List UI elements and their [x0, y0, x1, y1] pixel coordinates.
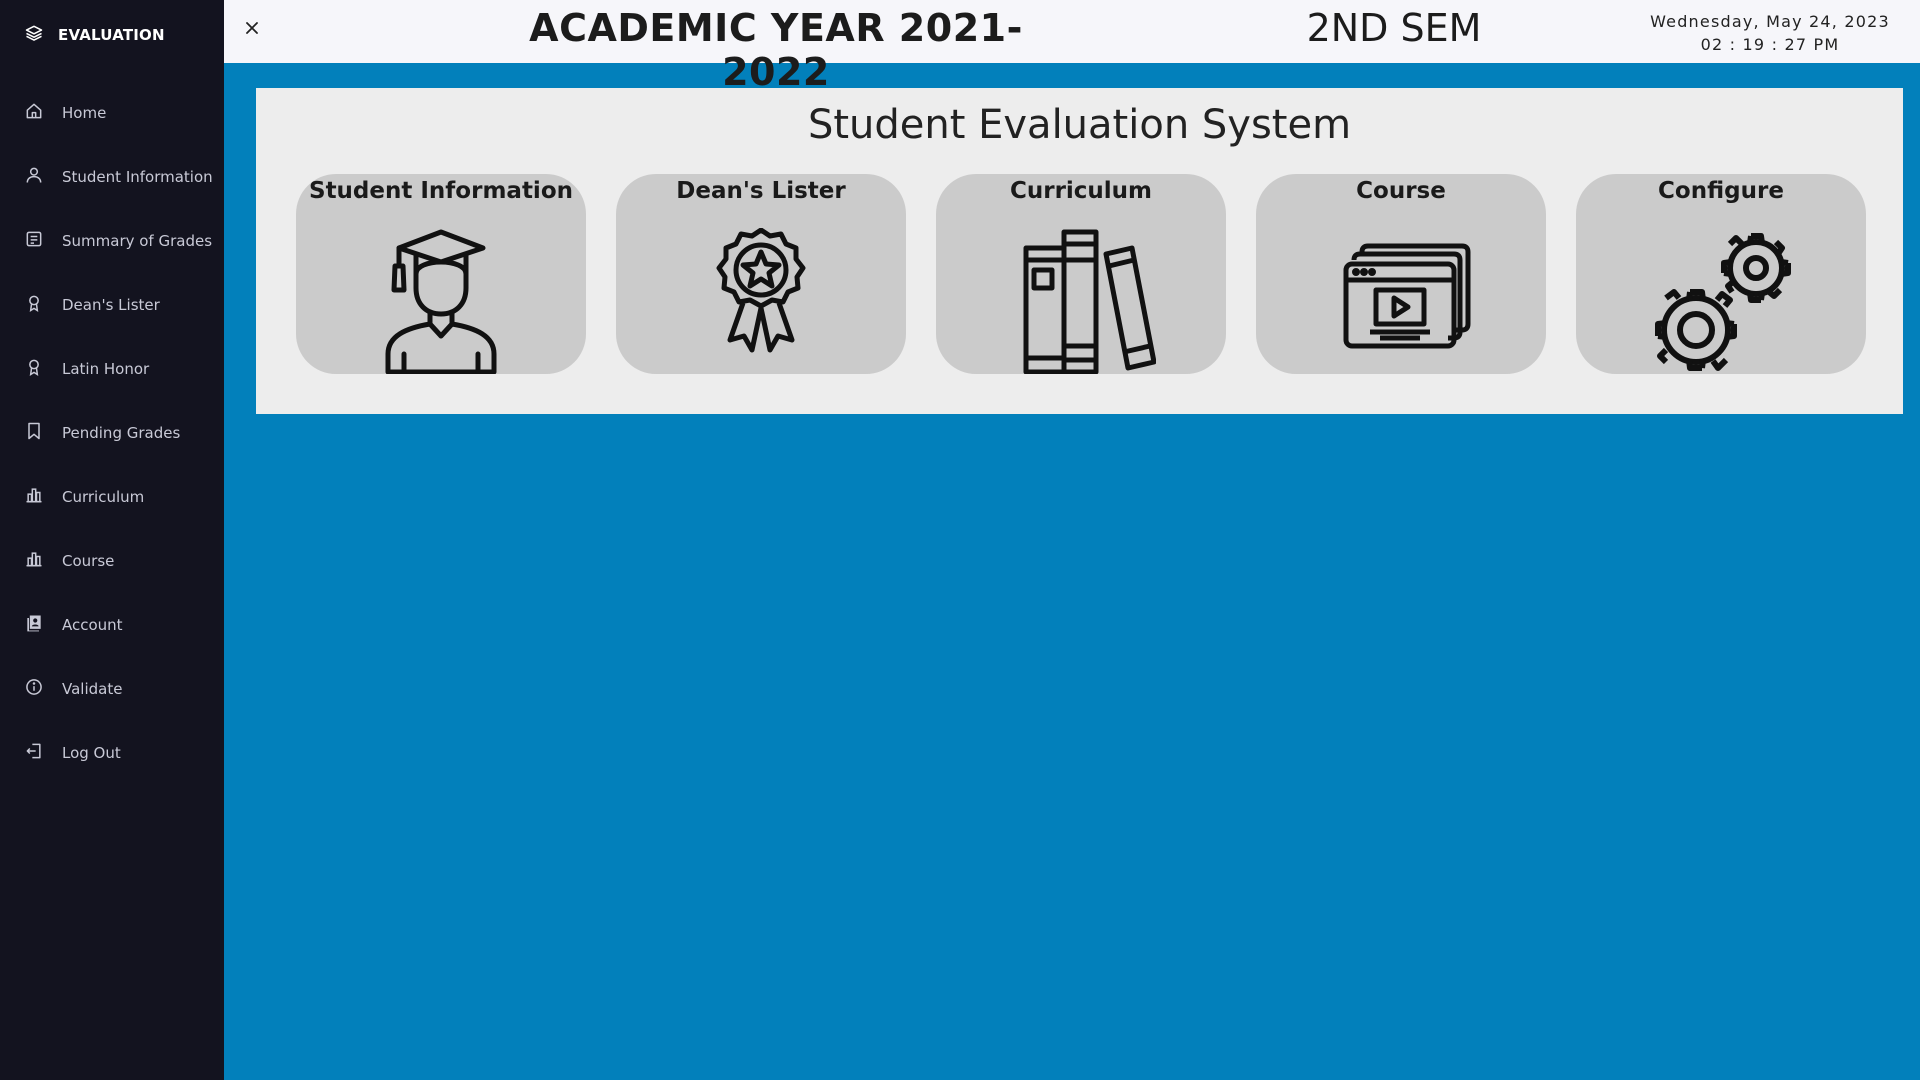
sidebar: EVALUATION Home Student Information Summ… [0, 0, 224, 1080]
semester-label: 2ND SEM [1306, 6, 1482, 50]
card-label: Configure [1658, 178, 1784, 204]
sidebar-item-deans-lister[interactable]: Dean's Lister [0, 273, 224, 337]
document-icon [24, 229, 44, 253]
sidebar-item-label: Log Out [62, 744, 121, 762]
sidebar-item-log-out[interactable]: Log Out [0, 721, 224, 785]
video-course-icon [1326, 228, 1476, 374]
page-title: Student Evaluation System [807, 102, 1352, 148]
home-icon [24, 101, 44, 125]
card-deans-lister[interactable]: Dean's Lister [616, 174, 906, 374]
card-configure[interactable]: Configure [1576, 174, 1866, 374]
card-course[interactable]: Course [1256, 174, 1546, 374]
sidebar-item-validate[interactable]: Validate [0, 657, 224, 721]
card-student-information[interactable]: Student Information [296, 174, 586, 374]
date-text: Wednesday, May 24, 2023 [1650, 12, 1890, 31]
logout-icon [24, 741, 44, 765]
card-label: Dean's Lister [676, 178, 846, 204]
bookmark-icon [24, 421, 44, 445]
sidebar-item-home[interactable]: Home [0, 81, 224, 145]
award-icon [24, 293, 44, 317]
sidebar-item-student-information[interactable]: Student Information [0, 145, 224, 209]
sidebar-item-pending-grades[interactable]: Pending Grades [0, 401, 224, 465]
gears-icon [1646, 228, 1796, 374]
brand[interactable]: EVALUATION [24, 24, 165, 46]
contact-book-icon [24, 613, 44, 637]
award-icon [24, 357, 44, 381]
bar-chart-icon [24, 549, 44, 573]
sidebar-item-curriculum[interactable]: Curriculum [0, 465, 224, 529]
sidebar-item-label: Home [62, 104, 107, 122]
date-time: Wednesday, May 24, 2023 02 : 19 : 27 PM [1624, 10, 1916, 56]
sidebar-item-account[interactable]: Account [0, 593, 224, 657]
sidebar-item-label: Summary of Grades [62, 232, 213, 250]
brand-label: EVALUATION [58, 26, 165, 44]
top-bar: ACADEMIC YEAR 2021-2022 2ND SEM Wednesda… [224, 0, 1920, 94]
academic-year-title: ACADEMIC YEAR 2021-2022 [529, 6, 1023, 94]
sidebar-item-course[interactable]: Course [0, 529, 224, 593]
card-label: Student Information [309, 178, 573, 204]
sidebar-nav: Home Student Information Summary of Grad… [0, 81, 224, 785]
sidebar-item-label: Account [62, 616, 123, 634]
sidebar-item-label: Course [62, 552, 115, 570]
books-icon [1006, 228, 1156, 374]
sidebar-item-label: Dean's Lister [62, 296, 160, 314]
card-curriculum[interactable]: Curriculum [936, 174, 1226, 374]
graduate-icon [366, 228, 516, 374]
layers-icon [24, 23, 44, 47]
user-icon [24, 165, 44, 189]
sidebar-item-latin-honor[interactable]: Latin Honor [0, 337, 224, 401]
sidebar-item-label: Pending Grades [62, 424, 181, 442]
sidebar-item-label: Latin Honor [62, 360, 150, 378]
bar-chart-icon [24, 485, 44, 509]
close-icon [244, 20, 260, 40]
sidebar-item-label: Curriculum [62, 488, 145, 506]
info-circle-icon [24, 677, 44, 701]
sidebar-item-summary-of-grades[interactable]: Summary of Grades [0, 209, 224, 273]
sidebar-item-label: Student Information [62, 168, 213, 186]
close-sidebar-button[interactable] [238, 16, 266, 44]
award-badge-icon [686, 228, 836, 374]
card-label: Course [1356, 178, 1446, 204]
sidebar-item-label: Validate [62, 680, 123, 698]
time-text: 02 : 19 : 27 PM [1700, 35, 1840, 54]
dashboard-panel: Student Evaluation System Student Inform… [256, 88, 1903, 414]
card-label: Curriculum [1009, 178, 1153, 204]
